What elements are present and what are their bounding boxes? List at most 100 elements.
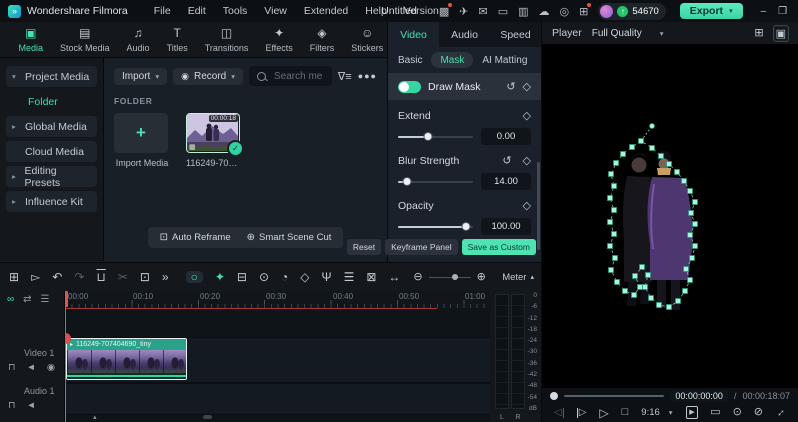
more-tools-icon[interactable]: » bbox=[162, 271, 169, 283]
keyframe-panel-button[interactable]: Keyframe Panel bbox=[385, 239, 458, 255]
playhead-handle[interactable] bbox=[65, 291, 68, 307]
search-input[interactable] bbox=[271, 69, 324, 83]
fit-timeline-icon[interactable]: ↔ bbox=[388, 271, 400, 283]
play-icon[interactable]: ▷ bbox=[599, 407, 608, 419]
slider-handle[interactable] bbox=[423, 132, 433, 141]
tab-filters[interactable]: ◈ Filters bbox=[301, 26, 343, 53]
import-button[interactable]: Import ▾ bbox=[114, 67, 168, 85]
export-button[interactable]: Export ▾ bbox=[679, 3, 743, 19]
zoom-out-icon[interactable]: ⊖ bbox=[413, 271, 422, 283]
fullscreen-icon[interactable]: ↔ bbox=[772, 404, 788, 420]
sidebar-item-folder[interactable]: Folder bbox=[6, 91, 97, 112]
horizontal-scrollbar[interactable] bbox=[203, 415, 212, 419]
multi-view-icon[interactable]: ⊞ bbox=[754, 26, 763, 41]
tab-video[interactable]: Video bbox=[388, 22, 439, 47]
audio-mixer-icon[interactable]: ☰ bbox=[344, 271, 355, 283]
tab-stickers[interactable]: ☺ Stickers bbox=[343, 26, 392, 53]
menu-extended[interactable]: Extended bbox=[304, 5, 348, 17]
chroma-key-icon[interactable]: ⊙ bbox=[259, 271, 269, 283]
slider-handle[interactable] bbox=[461, 222, 470, 231]
extend-slider[interactable] bbox=[398, 132, 473, 141]
aspect-ratio-dropdown[interactable]: 9:16 ▾ bbox=[641, 407, 672, 418]
tab-audio-props[interactable]: Audio bbox=[439, 22, 490, 47]
track-expand-icon[interactable]: ▴ bbox=[93, 413, 97, 421]
support-icon[interactable]: ◎ bbox=[560, 5, 570, 18]
track-manage-icon[interactable]: ☰ bbox=[41, 295, 50, 305]
mute-icon[interactable]: ◄ bbox=[26, 400, 35, 411]
filter-icon[interactable]: ∇≡ bbox=[338, 70, 352, 83]
sidebar-item-influence-kit[interactable]: ▸ Influence Kit bbox=[6, 191, 97, 212]
workspace-icon[interactable]: ⊞ bbox=[579, 2, 592, 18]
reset-button[interactable]: Reset bbox=[346, 239, 382, 255]
sidebar-item-editing-presets[interactable]: ▸ Editing Presets bbox=[6, 165, 97, 189]
opacity-slider[interactable] bbox=[398, 222, 473, 231]
screen-record-icon[interactable]: ⊠ bbox=[366, 271, 376, 283]
cloud-upload-icon[interactable]: ☁ bbox=[539, 5, 550, 18]
minimize-button[interactable]: – bbox=[761, 6, 767, 17]
mute-icon[interactable]: ⊘ bbox=[754, 407, 763, 418]
tab-titles[interactable]: T Titles bbox=[158, 26, 196, 53]
progress-bar[interactable] bbox=[564, 394, 664, 397]
undo-icon[interactable]: ↶ bbox=[52, 271, 62, 283]
slider-handle[interactable] bbox=[402, 177, 412, 186]
auto-reframe-button[interactable]: ⊡ Auto Reframe bbox=[160, 232, 231, 243]
record-button[interactable]: ◉ Record ▾ bbox=[173, 67, 243, 85]
lock-icon[interactable]: ⊓ bbox=[8, 400, 15, 411]
gift-icon[interactable]: ▩ bbox=[439, 2, 453, 18]
keyframe-diamond-icon[interactable]: ◇ bbox=[523, 80, 531, 93]
tab-media[interactable]: ▣ Media bbox=[10, 26, 52, 53]
mute-icon[interactable]: ◄ bbox=[26, 362, 35, 373]
subtab-basic[interactable]: Basic bbox=[398, 55, 422, 66]
sidebar-item-cloud-media[interactable]: Cloud Media bbox=[6, 141, 97, 162]
detach-player-icon[interactable]: ▣ bbox=[772, 24, 790, 42]
delete-icon[interactable]: ⊔ bbox=[96, 271, 105, 283]
speed-icon[interactable]: ◔ bbox=[281, 271, 288, 283]
zoom-in-icon[interactable]: ⊕ bbox=[477, 271, 486, 283]
tab-effects[interactable]: ✦ Effects bbox=[257, 26, 301, 53]
layout-icon[interactable]: ⊞ bbox=[9, 271, 19, 283]
link-icon[interactable]: ∞ bbox=[7, 295, 14, 305]
tab-speed[interactable]: Speed bbox=[490, 22, 541, 47]
import-media-tile[interactable]: + Import Media bbox=[114, 113, 170, 168]
device-icon[interactable]: ▭ bbox=[498, 5, 508, 18]
account-badge[interactable]: ↑ 54670 bbox=[598, 2, 666, 20]
mirror-display-icon[interactable]: ▭ bbox=[710, 407, 720, 418]
mask-icon[interactable]: ○ bbox=[185, 271, 203, 283]
timeline-zoom-slider[interactable] bbox=[428, 273, 471, 282]
crop-icon[interactable]: ⊡ bbox=[140, 271, 150, 283]
menu-edit[interactable]: Edit bbox=[188, 5, 206, 17]
save-as-custom-button[interactable]: Save as Custom bbox=[461, 239, 536, 255]
blur-strength-slider[interactable] bbox=[398, 177, 473, 186]
video-preview[interactable] bbox=[542, 44, 798, 388]
insert-clip-icon[interactable]: ⊟ bbox=[237, 271, 247, 283]
tab-transitions[interactable]: ◫ Transitions bbox=[196, 26, 257, 53]
reset-icon[interactable]: ↺ bbox=[506, 80, 515, 93]
draw-mask-toggle[interactable] bbox=[398, 80, 421, 93]
feedback-icon[interactable]: ✉ bbox=[479, 5, 488, 18]
menu-view[interactable]: View bbox=[264, 5, 287, 17]
ripple-icon[interactable]: ⇄ bbox=[23, 295, 31, 305]
timeline-ruler[interactable]: 00:00 00:10 00:20 00:30 00:40 00:50 01:0… bbox=[65, 291, 490, 308]
ai-scene-icon[interactable]: ✦ bbox=[215, 271, 225, 283]
maximize-button[interactable]: ❐ bbox=[778, 6, 787, 17]
tab-stock-media[interactable]: ▤ Stock Media bbox=[52, 26, 119, 53]
smart-scene-cut-button[interactable]: ⊕ Smart Scene Cut bbox=[247, 232, 332, 243]
select-icon[interactable]: ▻ bbox=[31, 271, 40, 283]
save-icon[interactable]: ▥ bbox=[518, 5, 528, 18]
sidebar-item-project-media[interactable]: ▾ Project Media bbox=[6, 66, 97, 87]
scrollbar[interactable] bbox=[537, 162, 540, 250]
lock-icon[interactable]: ⊓ bbox=[8, 362, 15, 373]
subtab-ai-matting[interactable]: AI Matting bbox=[482, 55, 527, 66]
scrubber-handle[interactable] bbox=[550, 391, 558, 400]
more-icon[interactable]: ●●● bbox=[358, 71, 377, 81]
subtab-mask[interactable]: Mask bbox=[431, 52, 474, 68]
tab-audio[interactable]: ♫ Audio bbox=[118, 26, 158, 53]
previous-frame-icon[interactable]: ◁ bbox=[554, 407, 564, 418]
stop-icon[interactable]: □ bbox=[622, 407, 629, 418]
menu-file[interactable]: File bbox=[154, 5, 171, 17]
keyframe-diamond-icon[interactable]: ◇ bbox=[523, 199, 531, 212]
reset-icon[interactable]: ↺ bbox=[502, 154, 511, 167]
blur-strength-value[interactable]: 14.00 bbox=[481, 173, 531, 190]
playhead[interactable] bbox=[65, 291, 71, 422]
sidebar-item-global-media[interactable]: ▸ Global Media bbox=[6, 116, 97, 137]
